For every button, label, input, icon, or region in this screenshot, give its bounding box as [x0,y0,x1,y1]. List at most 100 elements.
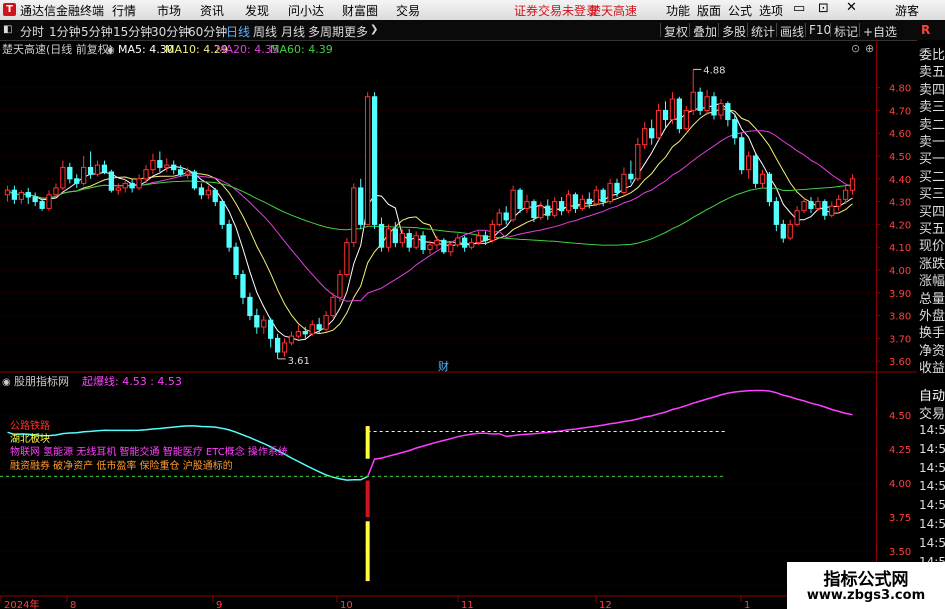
tool-multi-stock[interactable]: 多股 [722,23,746,40]
tool-statistics[interactable]: 统计 [751,23,775,40]
candle-body [732,119,738,139]
menu-item-formula[interactable]: 公式 [728,2,752,19]
candle-body [365,96,371,225]
candle-body [205,189,211,196]
period-daily[interactable]: 日线 [226,23,250,40]
tool-mark[interactable]: 标记 [834,23,858,40]
xaxis-label: 11 [461,600,474,609]
candle-body [531,201,537,219]
period-60min[interactable]: 60分钟 [188,23,227,40]
candle-body [822,201,828,216]
user-label[interactable]: 游客 [895,2,919,19]
zoom-icon[interactable]: ⊙ [851,42,860,55]
period-monthly[interactable]: 月线 [281,23,305,40]
candle-body [18,191,24,200]
candle [136,174,142,191]
period-timeshare[interactable]: 分时 [20,23,44,40]
side-panel-item[interactable]: 自动 [919,385,945,404]
finance-event-marker[interactable]: 财 [438,359,449,373]
toolbar-menu-icon[interactable]: ◧ [3,24,12,35]
ma-toggle-icon[interactable]: ◉ [106,45,115,56]
candle [621,167,627,195]
side-panel-item: 买四 [919,204,945,220]
watermark: 指标公式网 www.zbgs3.com [787,562,945,609]
trade-login-notice[interactable]: 证券交易未登录 [514,2,598,19]
menu-item-function[interactable]: 功能 [666,2,690,19]
period-weekly[interactable]: 周线 [253,23,277,40]
main-ytick-label: 4.50 [889,152,911,163]
candle [295,324,302,339]
candle [808,197,814,213]
period-multi[interactable]: 多周期 [308,23,344,40]
candle [732,114,738,145]
candle [642,121,648,150]
candle [420,231,426,255]
tool-draw-line[interactable]: 画线 [780,23,804,40]
candle [164,158,170,172]
restore-icon[interactable]: ⊡ [818,1,829,16]
side-panel-item: 现价 [919,239,945,255]
side-panel-item: 卖一 [919,135,945,150]
candle [745,151,752,179]
candle [309,320,315,337]
sub-ytick-label: 4.00 [889,479,911,490]
candle-body [461,237,468,248]
menu-item-news[interactable]: 资讯 [200,2,224,19]
sector-tag-3: 物联网 氢能源 无线耳机 智能交通 智能医疗 ETC概念 操作系统 [10,445,288,458]
close-icon[interactable]: ✕ [846,0,857,15]
pin-icon[interactable]: ⊕ [865,42,874,55]
candle-body [600,189,606,203]
period-5min[interactable]: 5分钟 [81,23,113,40]
candle [371,92,378,229]
side-panel-item[interactable]: 交易 [919,403,945,422]
side-panel-item: 卖二 [919,117,945,133]
sub-chart-title: 股朋指标网 [14,374,69,388]
kline-chart[interactable]: 4.80 4.70 4.60 4.50 4.40 4.30 4.20 4.10 4.00 3.90… [0,40,917,609]
period-1min[interactable]: 1分钟 [49,23,81,40]
tool-overlay[interactable]: 叠加 [693,23,717,40]
candle [766,171,773,207]
menu-item-layout[interactable]: 版面 [697,2,721,19]
main-ytick-label: 4.30 [889,198,911,209]
candle [448,242,454,257]
candle [780,219,786,243]
menu-item-trade[interactable]: 交易 [396,2,420,19]
candle-body [538,205,544,219]
menu-item-discover[interactable]: 发现 [245,2,269,19]
tool-add-favorite[interactable]: +自选 [863,23,897,40]
candle [268,317,274,348]
period-30min[interactable]: 30分钟 [151,23,190,40]
sub-ytick-label: 3.75 [889,513,911,524]
candle-body [268,319,274,339]
candle [157,151,163,172]
ma20-line [7,130,853,302]
candle-body [4,189,11,196]
right-panel-toggle-icon[interactable]: R [921,23,930,37]
ma60-label: MA60: 4.39 [270,43,333,56]
sub-ytick-label: 4.50 [889,411,911,422]
menu-item-market[interactable]: 市场 [157,2,181,19]
minimize-icon[interactable]: ▭ [793,1,805,16]
candle [25,187,31,204]
candle-body [233,246,239,276]
indicator-toggle-icon[interactable]: ◉ [2,377,11,388]
candle [261,315,267,334]
candle-body [579,198,586,209]
chevron-right-icon[interactable]: ❯ [370,24,378,35]
sub-ytick-label: 4.25 [889,445,911,456]
signal-bar-yellow-low [365,521,370,582]
candle-body [406,233,412,248]
period-15min[interactable]: 15分钟 [113,23,152,40]
candle [558,197,565,216]
candle-body [344,242,350,276]
tool-adjust[interactable]: 复权 [664,23,688,40]
menu-item-quotes[interactable]: 行情 [112,2,136,19]
period-more[interactable]: 更多 [344,23,368,40]
menu-item-ask[interactable]: 问小达 [288,2,324,19]
menu-item-options[interactable]: 选项 [759,2,783,19]
candle [281,338,288,357]
tool-f10[interactable]: F10 [809,23,831,37]
candle [351,183,357,248]
side-panel-item: 外盘 [919,309,945,324]
menu-item-wealth[interactable]: 财富圈 [342,2,378,19]
